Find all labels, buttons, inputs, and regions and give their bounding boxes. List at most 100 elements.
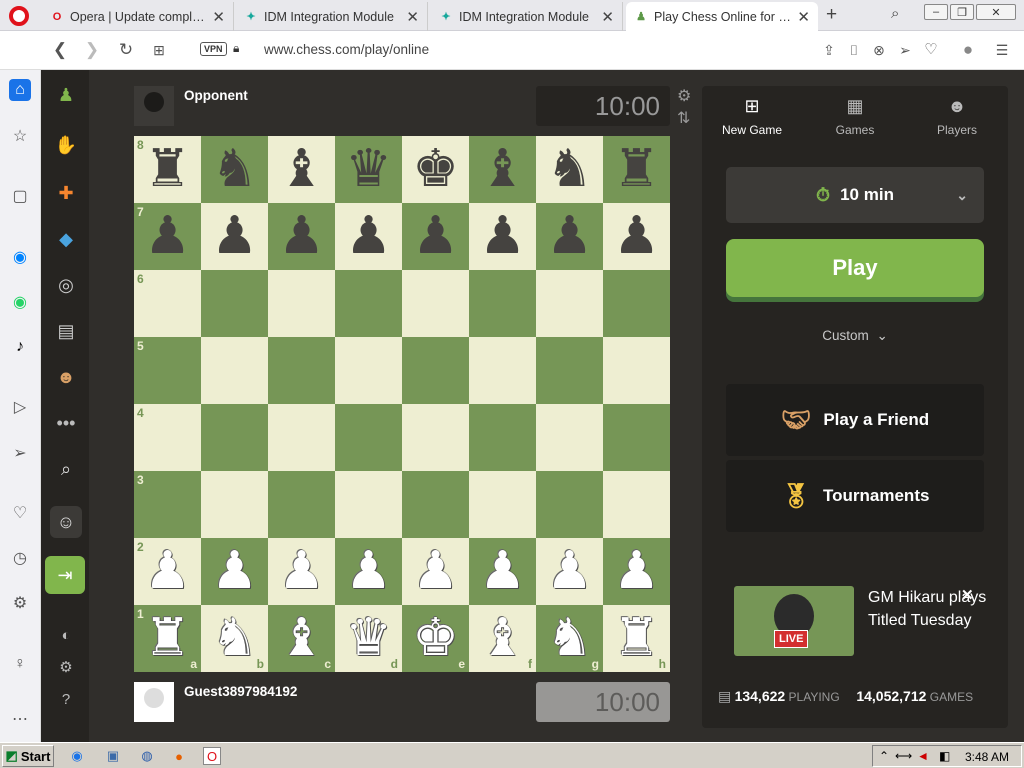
white-pawn-icon[interactable]: ♟ [469, 538, 536, 605]
square-h2[interactable]: ♟ [603, 538, 670, 605]
square-e6[interactable] [402, 270, 469, 337]
puzzles-icon[interactable]: ✚ [53, 180, 79, 206]
square-c5[interactable] [268, 337, 335, 404]
home-icon[interactable]: ⌂ [9, 79, 31, 101]
chevron-up-icon[interactable]: ⌃ [879, 749, 889, 763]
square-a1[interactable]: 1 a ♜ [134, 605, 201, 672]
heart-icon[interactable]: ♡ [921, 40, 941, 60]
black-knight-icon[interactable]: ♞ [201, 136, 268, 203]
square-c4[interactable] [268, 404, 335, 471]
explorer-icon[interactable]: ▣ [104, 747, 122, 765]
watch-icon[interactable]: ◎ [53, 272, 79, 298]
white-queen-icon[interactable]: ♛ [335, 605, 402, 672]
square-h3[interactable] [603, 471, 670, 538]
live-stream-thumbnail[interactable]: LIVE [734, 586, 854, 656]
square-f2[interactable]: ♟ [469, 538, 536, 605]
square-h7[interactable]: ♟ [603, 203, 670, 270]
square-g8[interactable]: ♞ [536, 136, 603, 203]
square-d8[interactable]: ♛ [335, 136, 402, 203]
forward-icon[interactable]: ❯ [82, 40, 102, 60]
reload-icon[interactable]: ↻ [116, 40, 136, 60]
more-icon[interactable]: ⋯ [9, 708, 31, 730]
square-f4[interactable] [469, 404, 536, 471]
black-king-icon[interactable]: ♚ [402, 136, 469, 203]
square-d4[interactable] [335, 404, 402, 471]
square-e3[interactable] [402, 471, 469, 538]
heart-icon[interactable]: ♡ [9, 502, 31, 524]
player-icon[interactable]: ▷ [9, 396, 31, 418]
adblock-icon[interactable]: ⊗ [869, 40, 889, 60]
new-tab-button[interactable]: + [826, 4, 837, 26]
square-a7[interactable]: 7 ♟ [134, 203, 201, 270]
search-icon[interactable]: ⌕ [53, 456, 79, 482]
help-icon[interactable]: ? [53, 686, 79, 712]
square-h1[interactable]: h ♜ [603, 605, 670, 672]
black-pawn-icon[interactable]: ♟ [603, 203, 670, 270]
player-avatar[interactable] [134, 682, 174, 722]
chess-logo-icon[interactable]: ♟ [53, 82, 79, 108]
url-field[interactable]: www.chess.com/play/online [264, 42, 429, 57]
opponent-name[interactable]: Opponent [184, 88, 248, 103]
history-icon[interactable]: ◷ [9, 547, 31, 569]
square-d6[interactable] [335, 270, 402, 337]
square-b3[interactable] [201, 471, 268, 538]
square-b4[interactable] [201, 404, 268, 471]
opera-taskbar-icon[interactable]: O [203, 747, 221, 765]
tab-idm-2[interactable]: ✦ IDM Integration Module ✕ [431, 2, 623, 31]
black-queen-icon[interactable]: ♛ [335, 136, 402, 203]
square-f5[interactable] [469, 337, 536, 404]
black-rook-icon[interactable]: ♜ [603, 136, 670, 203]
easy-setup-icon[interactable]: ☰ [992, 40, 1012, 60]
start-button[interactable]: ◩ Start [2, 745, 54, 767]
square-f6[interactable] [469, 270, 536, 337]
white-knight-icon[interactable]: ♞ [536, 605, 603, 672]
square-g4[interactable] [536, 404, 603, 471]
square-d5[interactable] [335, 337, 402, 404]
vpn-badge[interactable]: VPN [200, 42, 227, 56]
white-rook-icon[interactable]: ♜ [603, 605, 670, 672]
social-icon[interactable]: ☻ [53, 364, 79, 390]
messenger-icon[interactable]: ◉ [9, 246, 31, 268]
white-bishop-icon[interactable]: ♝ [469, 605, 536, 672]
square-g5[interactable] [536, 337, 603, 404]
black-pawn-icon[interactable]: ♟ [469, 203, 536, 270]
white-pawn-icon[interactable]: ♟ [603, 538, 670, 605]
square-e1[interactable]: e ♚ [402, 605, 469, 672]
flip-board-icon[interactable]: ⇅ [677, 108, 690, 128]
black-rook-icon[interactable]: ♜ [134, 136, 201, 203]
close-tab-icon[interactable]: ✕ [601, 8, 614, 26]
network-icon[interactable]: ⟷ [895, 749, 912, 763]
square-c3[interactable] [268, 471, 335, 538]
player-name[interactable]: Guest3897984192 [184, 684, 297, 699]
square-e7[interactable]: ♟ [402, 203, 469, 270]
black-pawn-icon[interactable]: ♟ [402, 203, 469, 270]
square-e5[interactable] [402, 337, 469, 404]
square-b8[interactable]: ♞ [201, 136, 268, 203]
send-icon[interactable]: ➢ [9, 442, 31, 464]
more-icon[interactable]: ••• [53, 410, 79, 436]
white-knight-icon[interactable]: ♞ [201, 605, 268, 672]
black-pawn-icon[interactable]: ♟ [201, 203, 268, 270]
square-b1[interactable]: b ♞ [201, 605, 268, 672]
square-h5[interactable] [603, 337, 670, 404]
white-pawn-icon[interactable]: ♟ [268, 538, 335, 605]
square-a5[interactable]: 5 [134, 337, 201, 404]
shopping-bag-icon[interactable]: ▢ [9, 185, 31, 207]
white-pawn-icon[interactable]: ♟ [134, 538, 201, 605]
black-pawn-icon[interactable]: ♟ [268, 203, 335, 270]
square-g3[interactable] [536, 471, 603, 538]
opera-menu-icon[interactable] [9, 6, 29, 26]
tab-new-game[interactable]: ⊞ New Game [702, 96, 802, 137]
square-d3[interactable] [335, 471, 402, 538]
square-g2[interactable]: ♟ [536, 538, 603, 605]
login-icon[interactable]: ⇥ [45, 556, 85, 594]
square-h6[interactable] [603, 270, 670, 337]
signup-icon[interactable]: ☺ [50, 506, 82, 538]
square-b2[interactable]: ♟ [201, 538, 268, 605]
square-g7[interactable]: ♟ [536, 203, 603, 270]
settings-icon[interactable]: ⚙ [9, 592, 31, 614]
black-bishop-icon[interactable]: ♝ [268, 136, 335, 203]
white-rook-icon[interactable]: ♜ [134, 605, 201, 672]
custom-dropdown[interactable]: Custom ⌄ [702, 328, 1008, 344]
profile-icon[interactable]: ● [958, 40, 978, 60]
